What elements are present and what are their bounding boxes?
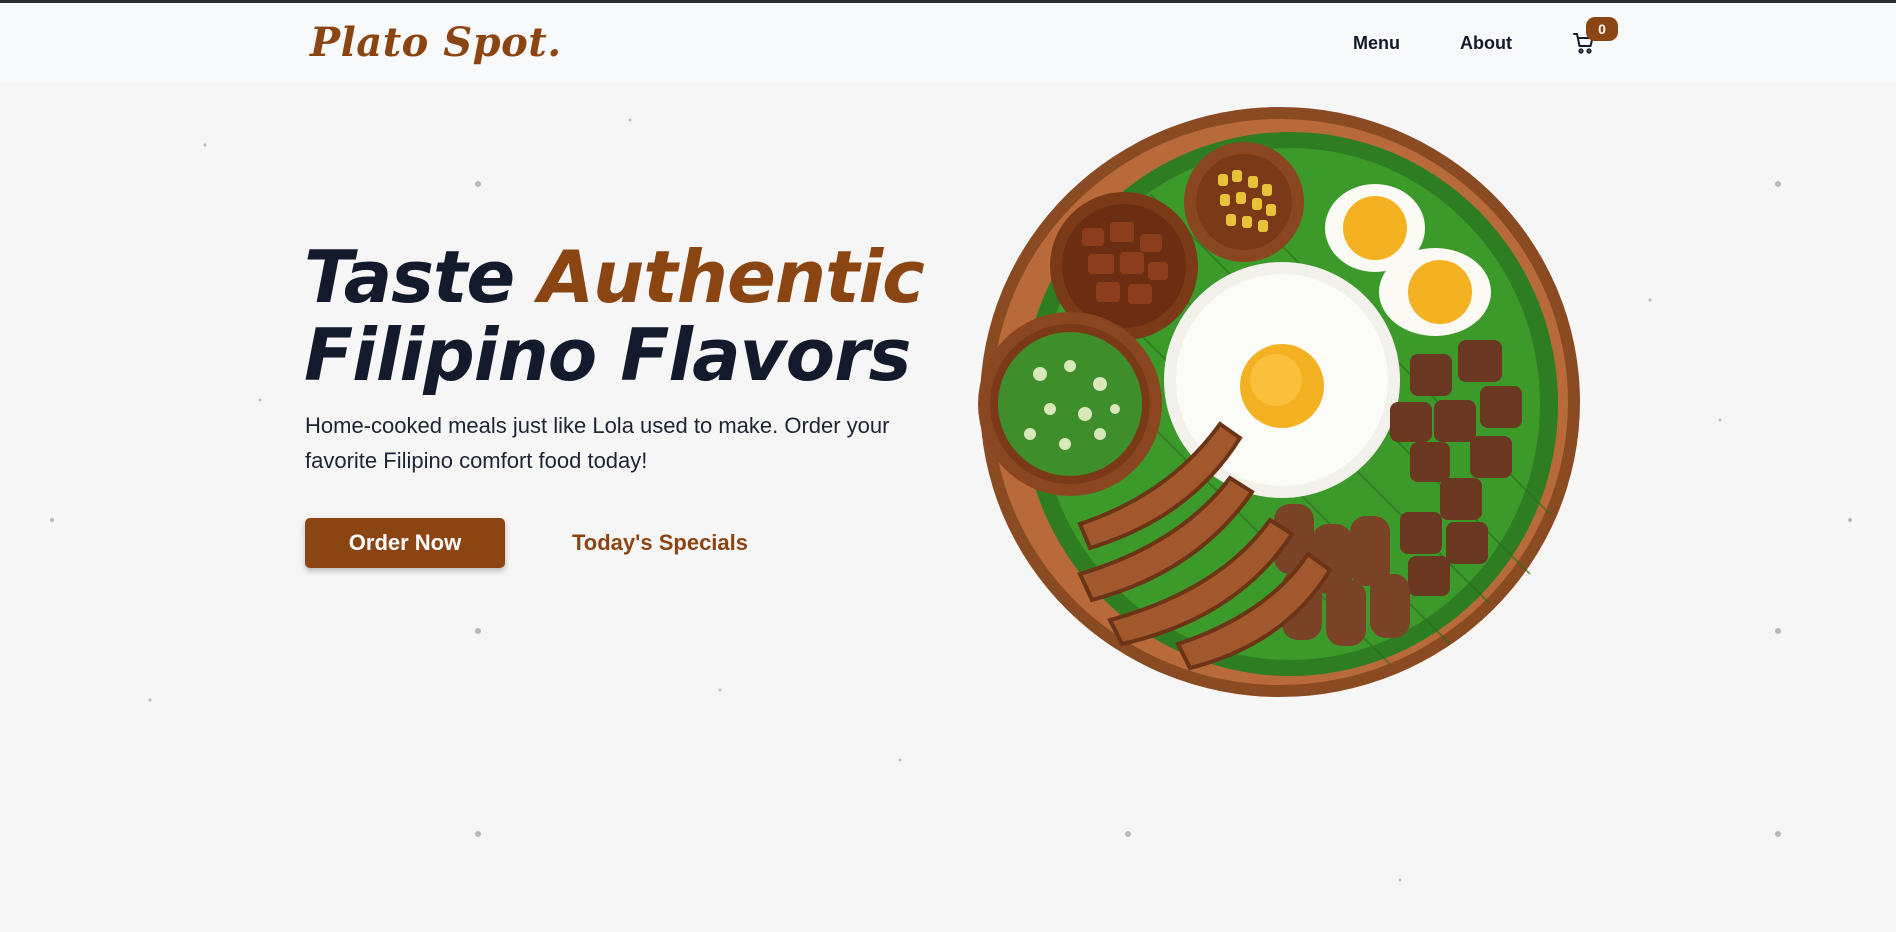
site-header: Plato Spot. Menu About 0	[0, 3, 1896, 83]
todays-specials-button[interactable]: Today's Specials	[545, 518, 775, 568]
order-now-button[interactable]: Order Now	[305, 518, 505, 568]
hero-title-accent: Authentic	[538, 235, 925, 319]
hero-subtitle: Home-cooked meals just like Lola used to…	[305, 413, 890, 473]
brand-logo[interactable]: Plato Spot.	[310, 19, 562, 66]
hero-title: Taste Authentic Filipino Flavors	[304, 238, 944, 394]
hero-title-prefix: Taste	[304, 235, 539, 319]
nav-link-about[interactable]: About	[1460, 33, 1512, 54]
main-nav: Menu About 0	[1353, 17, 1618, 55]
hero-food-image	[970, 104, 1584, 698]
hero-title-line2: Filipino Flavors	[304, 313, 911, 397]
plate-of-filipino-silog-icon	[978, 107, 1580, 697]
cart-button[interactable]: 0	[1572, 17, 1618, 55]
background-texture	[50, 118, 1852, 882]
cart-count-badge: 0	[1586, 17, 1618, 41]
nav-link-menu[interactable]: Menu	[1353, 33, 1400, 54]
